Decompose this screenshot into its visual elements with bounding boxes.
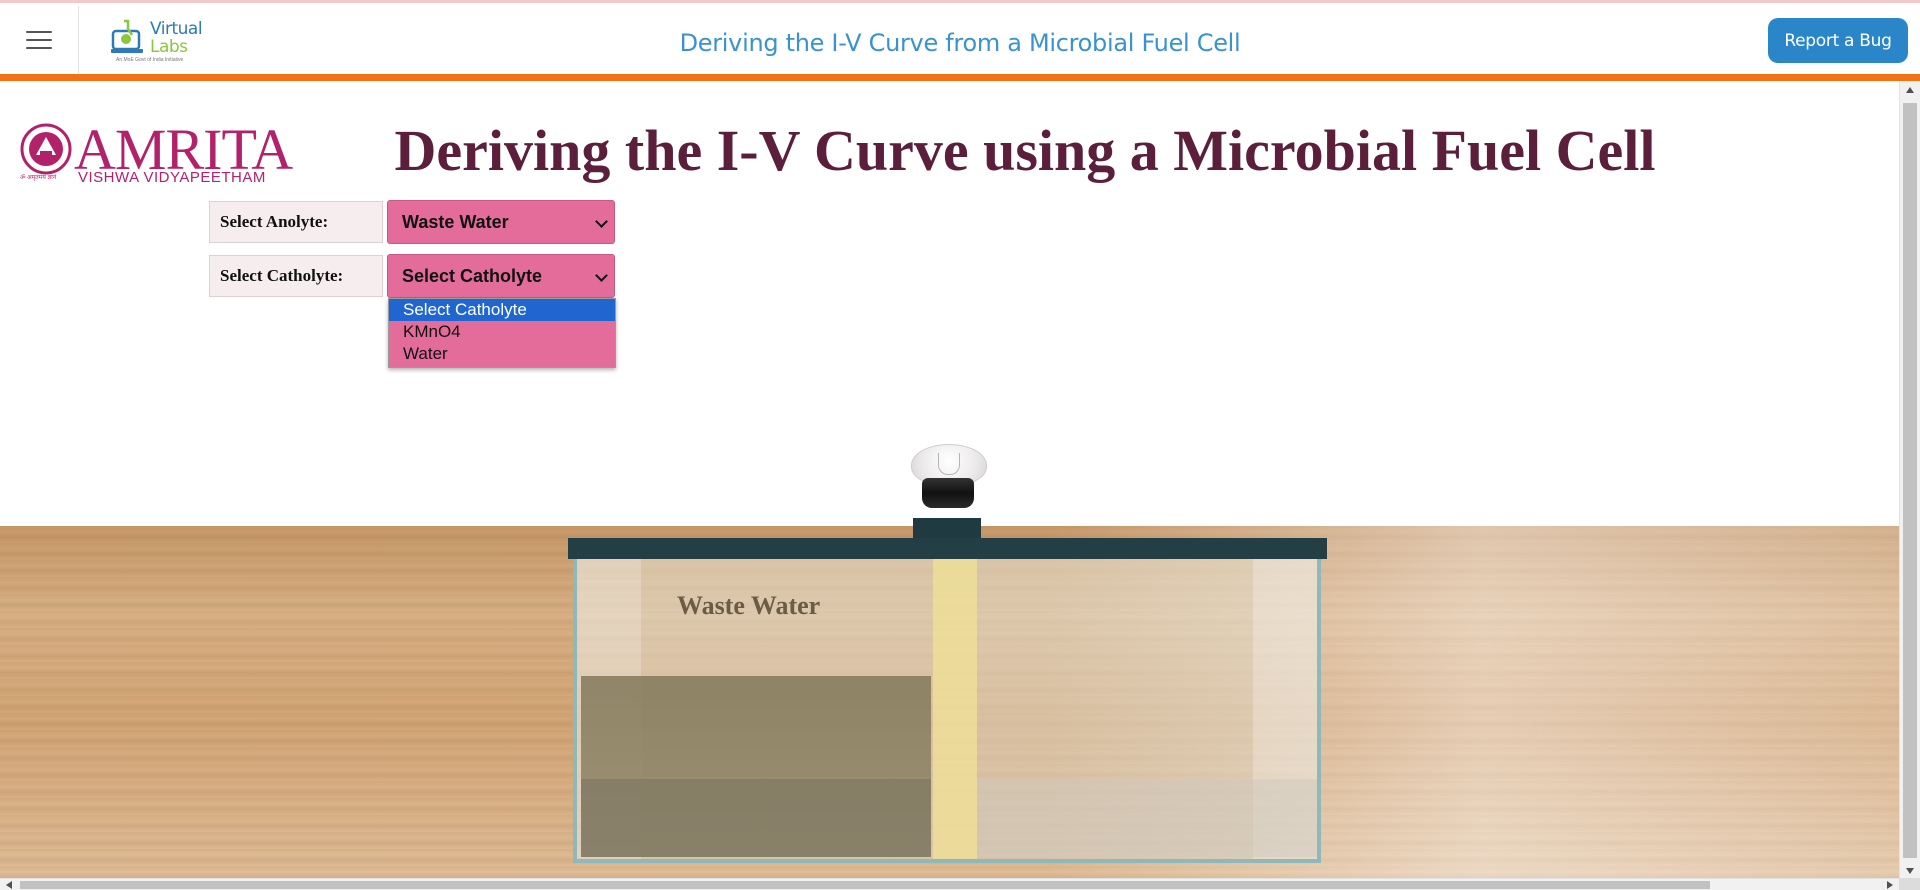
page-title: Deriving the I-V Curve using a Microbial… <box>394 118 1656 183</box>
scroll-right-icon[interactable] <box>1887 881 1893 889</box>
catholyte-label: Select Catholyte: <box>209 255 383 297</box>
chevron-down-icon <box>595 215 608 228</box>
vertical-scroll-thumb[interactable] <box>1903 103 1917 858</box>
simulation-area: AMRITA VISHWA VIDYAPEETHAM ॐ अमृतमय ज्ञा… <box>0 81 1899 878</box>
catholyte-selected-value: Select Catholyte <box>402 266 543 286</box>
anolyte-bottom <box>581 779 931 857</box>
tank-lid <box>568 538 1327 559</box>
catholyte-chamber <box>977 779 1317 857</box>
accent-divider <box>0 74 1920 81</box>
flask-icon <box>111 19 143 53</box>
logo-tagline: An MoE Govt of India Initiative <box>116 57 184 63</box>
bulb-filament <box>938 453 960 475</box>
anolyte-chamber-label: Waste Water <box>677 591 821 620</box>
report-bug-button[interactable]: Report a Bug <box>1768 18 1908 63</box>
catholyte-dropdown-list: Select Catholyte KMnO4 Water <box>388 298 616 368</box>
dropdown-option[interactable]: KMnO4 <box>389 321 615 343</box>
scroll-left-icon[interactable] <box>6 881 12 889</box>
scrollbar-corner <box>1899 878 1920 890</box>
dropdown-option[interactable]: Water <box>389 343 615 365</box>
hamburger-icon <box>26 31 52 49</box>
virtual-labs-logo[interactable]: Virtual Labs An MoE Govt of India Initia… <box>108 15 203 65</box>
logo-text-virtual: Virtual <box>150 19 203 39</box>
anolyte-selected-value: Waste Water <box>402 212 509 232</box>
chevron-down-icon <box>595 269 608 282</box>
menu-button[interactable] <box>0 6 79 74</box>
dropdown-option[interactable]: Select Catholyte <box>389 299 615 321</box>
catholyte-select[interactable]: Select Catholyte <box>387 254 615 298</box>
nav-title: Deriving the I-V Curve from a Microbial … <box>679 29 1241 57</box>
logo-text-labs: Labs <box>150 37 188 57</box>
anolyte-select[interactable]: Waste Water <box>387 200 615 244</box>
bulb-socket <box>922 478 974 508</box>
scroll-down-icon[interactable] <box>1906 868 1914 874</box>
anolyte-label: Select Anolyte: <box>209 201 383 243</box>
scroll-up-icon[interactable] <box>1906 87 1914 93</box>
horizontal-scrollbar[interactable] <box>0 878 1899 890</box>
top-nav: Virtual Labs An MoE Govt of India Initia… <box>0 0 1920 74</box>
fuel-cell-tank: Waste Water <box>573 559 1321 863</box>
proton-exchange-membrane <box>933 559 977 859</box>
bulb-stand <box>913 518 981 538</box>
horizontal-scroll-thumb[interactable] <box>20 881 1710 889</box>
vertical-scrollbar[interactable] <box>1899 81 1920 878</box>
